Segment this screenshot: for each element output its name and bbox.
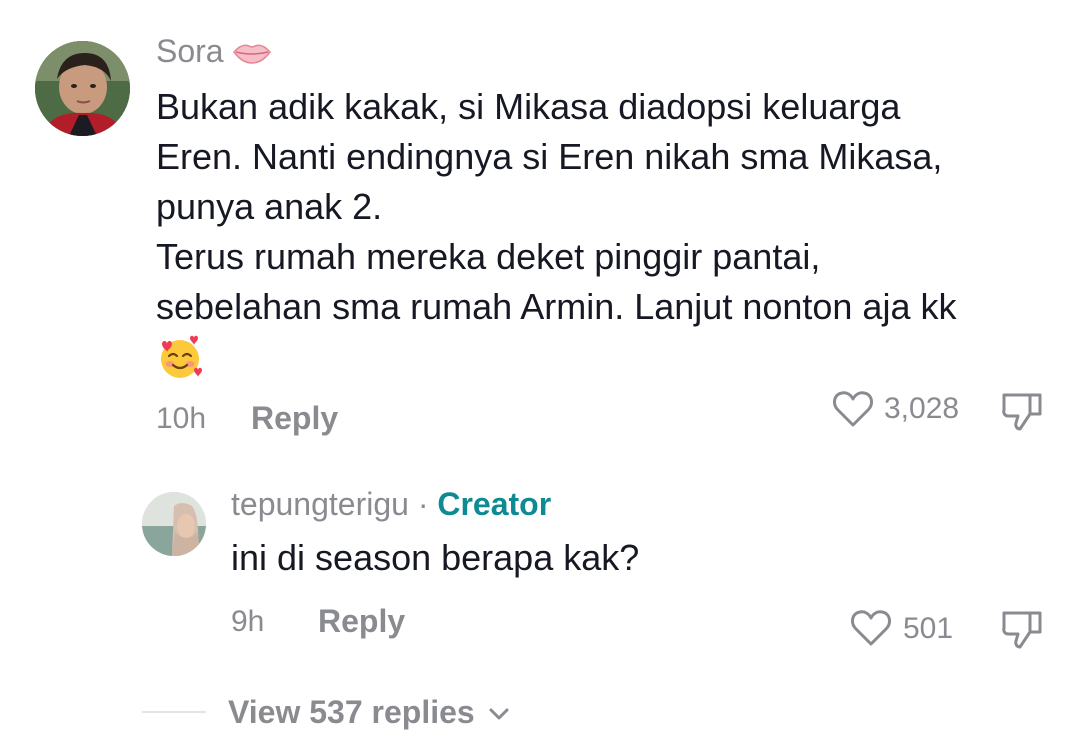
comment-body: Bukan adik kakak, si Mikasa diadopsi kel… — [156, 82, 1056, 384]
view-replies-button[interactable]: View 537 replies — [228, 694, 510, 728]
thumbs-down-icon — [1002, 393, 1042, 431]
avatar[interactable] — [35, 41, 130, 136]
comment-time: 10h — [156, 402, 207, 435]
divider — [142, 711, 206, 713]
comment-line: sebelahan sma rumah Armin. Lanjut nonton… — [156, 286, 957, 327]
reply-body: ini di season berapa kak? — [231, 537, 640, 578]
heart-icon — [833, 391, 873, 427]
reply-button[interactable]: Reply — [251, 402, 338, 434]
reply-avatar[interactable] — [142, 492, 206, 556]
reply-username-row: tepungterigu · Creator — [231, 488, 551, 520]
reply-like-button[interactable] — [850, 608, 892, 653]
comment-line: Eren. Nanti endingnya si Eren nikah sma … — [156, 136, 943, 177]
avatar-photo — [142, 492, 206, 556]
username-text[interactable]: Sora — [156, 33, 224, 69]
reply-like-count: 501 — [903, 612, 954, 645]
like-button[interactable] — [832, 389, 874, 434]
thumbs-down-icon — [1002, 611, 1042, 649]
avatar-photo — [35, 41, 130, 136]
lips-emoji-icon — [232, 37, 272, 69]
smiling-face-with-hearts-icon — [156, 332, 1056, 384]
comment-line: punya anak 2. — [156, 186, 383, 227]
reply-reply-button[interactable]: Reply — [318, 605, 405, 637]
creator-badge: Creator — [437, 486, 552, 522]
dislike-button[interactable] — [1000, 389, 1046, 438]
comment-username[interactable]: Sora — [156, 35, 272, 69]
reply-dislike-button[interactable] — [1000, 607, 1046, 656]
reply-username[interactable]: tepungterigu — [231, 486, 409, 522]
comment-line: Terus rumah mereka deket pinggir pantai, — [156, 236, 821, 277]
comment-line: Bukan adik kakak, si Mikasa diadopsi kel… — [156, 86, 901, 127]
chevron-down-icon — [488, 694, 510, 726]
reply-time: 9h — [231, 605, 265, 638]
like-count: 3,028 — [884, 392, 960, 425]
heart-icon — [851, 610, 891, 646]
separator-dot: · — [408, 486, 438, 522]
view-replies-label[interactable]: View 537 replies — [228, 694, 475, 730]
